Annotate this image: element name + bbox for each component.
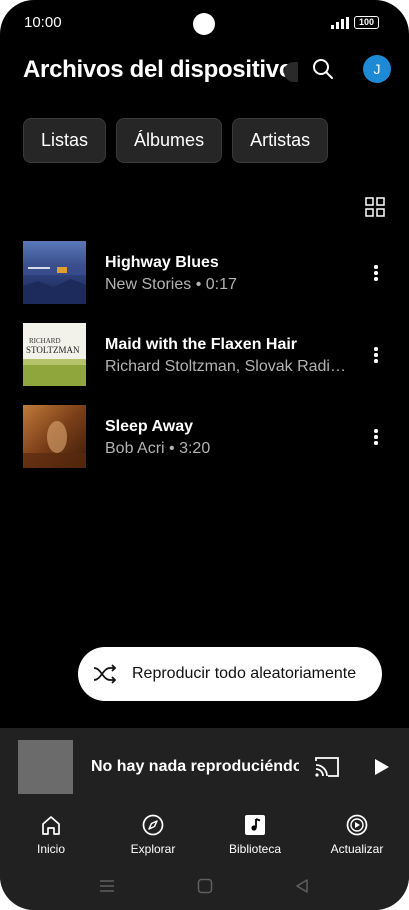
song-title: Sleep Away <box>105 418 194 435</box>
title-overflow-fade <box>284 62 298 82</box>
system-navigation-bar <box>0 864 409 910</box>
status-bar: 10:00 100 <box>0 0 409 46</box>
more-options-icon[interactable] <box>366 263 386 283</box>
home-icon <box>42 816 60 835</box>
search-button[interactable] <box>308 54 338 84</box>
cast-icon[interactable] <box>314 756 340 778</box>
avatar[interactable]: J <box>363 55 391 83</box>
nav-actualizar[interactable]: Actualizar <box>312 806 402 864</box>
chip-albumes[interactable]: Álbumes <box>116 118 223 163</box>
album-art: RICHARD STOLTZMAN <box>23 323 86 386</box>
chip-listas[interactable]: Listas <box>23 118 107 163</box>
shuffle-label: Reproducir todo aleatoriamente <box>132 665 357 682</box>
song-subtitle: New Stories • 0:17 <box>105 276 237 293</box>
nav-label: Explorar <box>130 842 176 856</box>
nav-explorar[interactable]: Explorar <box>108 806 198 864</box>
compass-icon <box>142 814 164 836</box>
battery-icon: 100 <box>354 16 379 29</box>
nav-label: Inicio <box>36 842 65 856</box>
nav-label: Biblioteca <box>228 842 282 856</box>
chip-artistas[interactable]: Artistas <box>232 118 329 163</box>
song-title: Maid with the Flaxen Hair <box>105 336 298 353</box>
mini-player-title: No hay nada reproduciéndose <box>91 758 299 775</box>
upgrade-icon <box>346 814 368 836</box>
library-icon <box>245 815 265 835</box>
nav-label: Actualizar <box>330 842 384 856</box>
phone-screen: 10:00 100 Archivos del dispositivo J Lis… <box>0 0 409 910</box>
shuffle-all-button[interactable]: Reproducir todo aleatoriamente <box>78 647 382 701</box>
camera-cutout <box>193 13 215 35</box>
song-row[interactable]: Sleep Away Bob Acri • 3:20 <box>0 405 409 469</box>
song-subtitle: Bob Acri • 3:20 <box>105 440 211 457</box>
album-art-text: STOLTZMAN <box>26 345 80 355</box>
album-art <box>23 405 86 468</box>
search-icon <box>313 59 333 79</box>
signal-icon <box>331 17 349 29</box>
back-icon[interactable] <box>293 877 311 895</box>
menu-icon[interactable] <box>98 877 116 895</box>
shuffle-icon <box>93 664 117 684</box>
page-title: Archivos del dispositivo <box>23 56 294 83</box>
play-icon[interactable] <box>373 757 391 777</box>
more-options-icon[interactable] <box>366 345 386 365</box>
song-subtitle: Richard Stoltzman, Slovak Radio Symphony… <box>105 358 350 375</box>
grid-view-icon[interactable] <box>365 197 385 217</box>
song-row[interactable]: RICHARD STOLTZMAN Maid with the Flaxen H… <box>0 323 409 387</box>
status-time: 10:00 <box>24 14 62 31</box>
nav-inicio[interactable]: Inicio <box>6 806 96 864</box>
album-art <box>23 241 86 304</box>
mini-player-thumbnail <box>18 740 73 794</box>
mini-player[interactable]: No hay nada reproduciéndose <box>0 728 409 806</box>
nav-biblioteca[interactable]: Biblioteca <box>210 806 300 864</box>
more-options-icon[interactable] <box>366 427 386 447</box>
home-square-icon[interactable] <box>196 877 214 895</box>
album-art-text: RICHARD <box>29 337 61 345</box>
filter-chips: Listas Álbumes Artistas <box>23 118 329 163</box>
song-row[interactable]: Highway Blues New Stories • 0:17 <box>0 241 409 305</box>
song-title: Highway Blues <box>105 254 219 271</box>
bottom-navigation: Inicio Explorar Biblioteca Actualizar <box>0 806 409 864</box>
